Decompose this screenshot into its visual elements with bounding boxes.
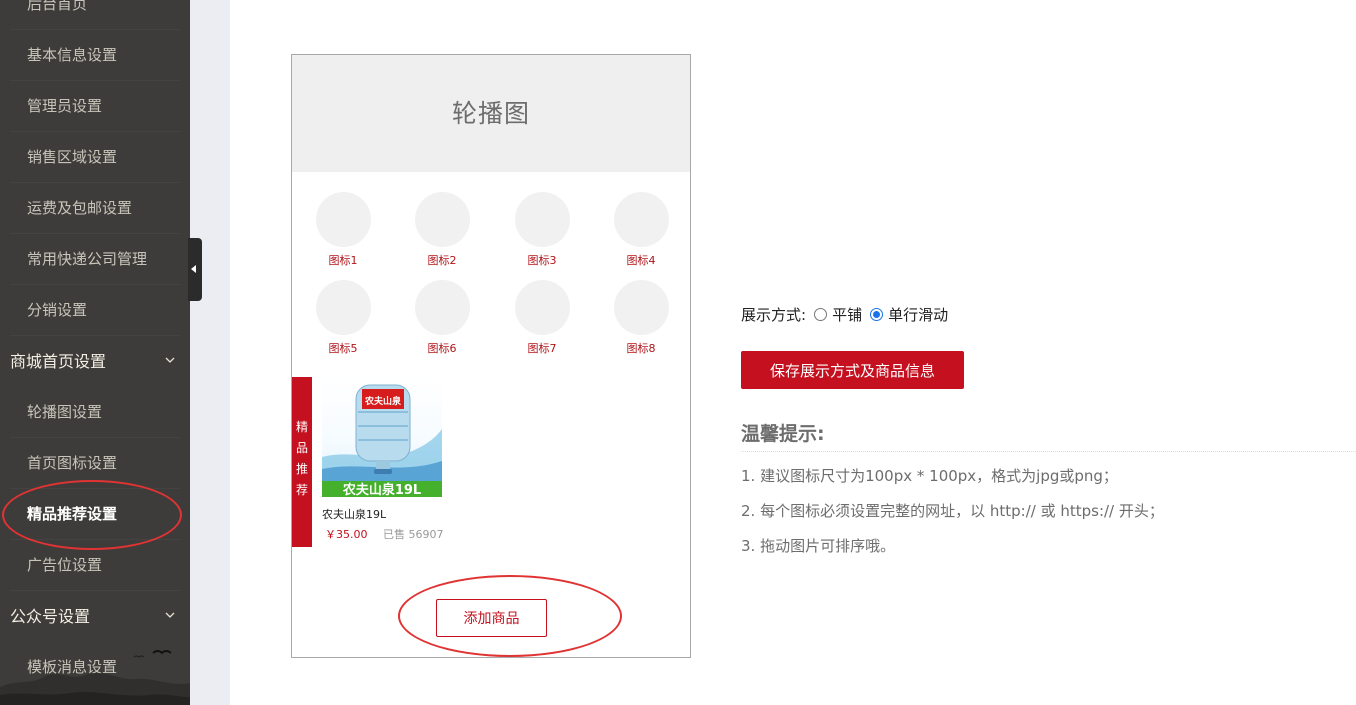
icon-placeholder <box>315 192 371 247</box>
featured-tag-char: 推 <box>295 462 308 476</box>
icon-placeholder <box>315 280 371 335</box>
sidebar-item-featured[interactable]: 精品推荐设置 <box>0 480 190 550</box>
icon-placeholder <box>514 280 570 335</box>
icon-label: 图标4 <box>626 254 656 267</box>
icon-cell-2: 图标2 <box>402 192 482 268</box>
radio-circle[interactable] <box>870 308 884 321</box>
icon-cell-1: 图标1 <box>303 192 383 268</box>
sidebar-item-shipping[interactable]: 运费及包邮设置 <box>0 183 190 234</box>
icon-cell-6: 图标6 <box>402 280 482 356</box>
sidebar-gutter <box>190 0 230 705</box>
sidebar-collapse-button[interactable] <box>188 238 202 301</box>
radio-tile[interactable]: 平铺 <box>814 304 862 325</box>
sidebar-item-couriers[interactable]: 常用快递公司管理 <box>0 234 190 285</box>
featured-tag: 精 品 推 荐 <box>292 377 312 547</box>
product-sold: 已售 56907 <box>383 528 444 541</box>
featured-tag-char: 荐 <box>295 483 308 497</box>
icon-label: 图标8 <box>626 342 656 355</box>
triangle-left-icon <box>191 265 196 273</box>
product-name: 农夫山泉19L <box>322 508 387 521</box>
icon-label: 图标5 <box>328 342 358 355</box>
sidebar: 后台首页 基本信息设置 管理员设置 销售区域设置 运费及包邮设置 常用快递公司管… <box>0 0 190 705</box>
product-price: ￥35.00 <box>325 528 368 541</box>
water-bottle-illustration: 农夫山泉 农夫山泉19L <box>322 384 442 497</box>
sidebar-group-label: 商城首页设置 <box>10 352 107 371</box>
icon-label: 图标7 <box>527 342 557 355</box>
product-image-caption: 农夫山泉19L <box>342 482 421 497</box>
carousel-placeholder: 轮播图 <box>292 55 690 172</box>
featured-tag-char: 品 <box>295 441 308 455</box>
tip-item: 1. 建议图标尺寸为100px * 100px，格式为jpg或png； <box>741 467 1118 485</box>
radio-circle[interactable] <box>814 308 828 321</box>
icon-placeholder <box>514 192 570 247</box>
sidebar-nav: 后台首页 基本信息设置 管理员设置 销售区域设置 运费及包邮设置 常用快递公司管… <box>0 0 190 693</box>
icon-cell-4: 图标4 <box>601 192 681 268</box>
tip-item: 3. 拖动图片可排序哦。 <box>741 537 896 555</box>
sidebar-item-basic-info[interactable]: 基本信息设置 <box>0 30 190 81</box>
sidebar-item-sales-region[interactable]: 销售区域设置 <box>0 132 190 183</box>
save-display-button[interactable]: 保存展示方式及商品信息 <box>741 351 964 389</box>
icon-placeholder <box>613 280 669 335</box>
tips-title: 温馨提示: <box>741 423 825 445</box>
settings-panel: 展示方式: 平铺 单行滑动 保存展示方式及商品信息 温馨提示: 1. 建议图标尺… <box>741 0 1356 705</box>
sidebar-item-admin-home[interactable]: 后台首页 <box>0 0 190 30</box>
product-meta: ￥35.00 已售 56907 <box>322 526 444 542</box>
display-mode-label: 展示方式: <box>741 306 807 324</box>
add-product-button[interactable]: 添加商品 <box>436 599 547 637</box>
chevron-down-icon <box>165 612 175 618</box>
icon-cell-7: 图标7 <box>502 280 582 356</box>
display-mode-row: 展示方式: 平铺 单行滑动 <box>741 304 948 325</box>
sidebar-item-ads[interactable]: 广告位设置 <box>0 540 190 591</box>
sidebar-group-label: 公众号设置 <box>10 607 91 626</box>
icon-placeholder <box>414 280 470 335</box>
icon-label: 图标3 <box>527 254 557 267</box>
sidebar-item-home-icons[interactable]: 首页图标设置 <box>0 438 190 489</box>
icon-label: 图标6 <box>427 342 457 355</box>
chevron-down-icon <box>165 357 175 363</box>
ink-mountain-decoration <box>0 650 190 705</box>
icon-label: 图标2 <box>427 254 457 267</box>
radio-single-row-scroll[interactable]: 单行滑动 <box>870 304 948 325</box>
sidebar-item-admins[interactable]: 管理员设置 <box>0 81 190 132</box>
sidebar-item-distribution[interactable]: 分销设置 <box>0 285 190 336</box>
divider <box>741 451 1356 452</box>
icon-placeholder <box>414 192 470 247</box>
featured-tag-char: 精 <box>295 420 308 434</box>
sidebar-group-mall-home[interactable]: 商城首页设置 <box>0 336 190 387</box>
icon-cell-8: 图标8 <box>601 280 681 356</box>
product-image: 农夫山泉 农夫山泉19L <box>322 377 442 497</box>
radio-label: 平铺 <box>832 306 863 324</box>
icon-placeholder <box>613 192 669 247</box>
bottle-label: 农夫山泉 <box>364 395 402 407</box>
sidebar-item-carousel[interactable]: 轮播图设置 <box>0 387 190 438</box>
radio-label: 单行滑动 <box>888 306 949 324</box>
sidebar-item-label: 精品推荐设置 <box>27 505 118 523</box>
icon-cell-5: 图标5 <box>303 280 383 356</box>
icon-label: 图标1 <box>328 254 358 267</box>
product-card[interactable]: 农夫山泉 农夫山泉19L 农夫山泉19L ￥35.00 已售 56907 <box>322 377 444 542</box>
tip-item: 2. 每个图标必须设置完整的网址，以 http:// 或 https:// 开头… <box>741 502 1164 520</box>
mobile-preview: 轮播图 图标1 图标2 图标3 图标4 图标5 图标6 图标7 图标8 精 品 … <box>291 54 691 658</box>
icon-cell-3: 图标3 <box>502 192 582 268</box>
